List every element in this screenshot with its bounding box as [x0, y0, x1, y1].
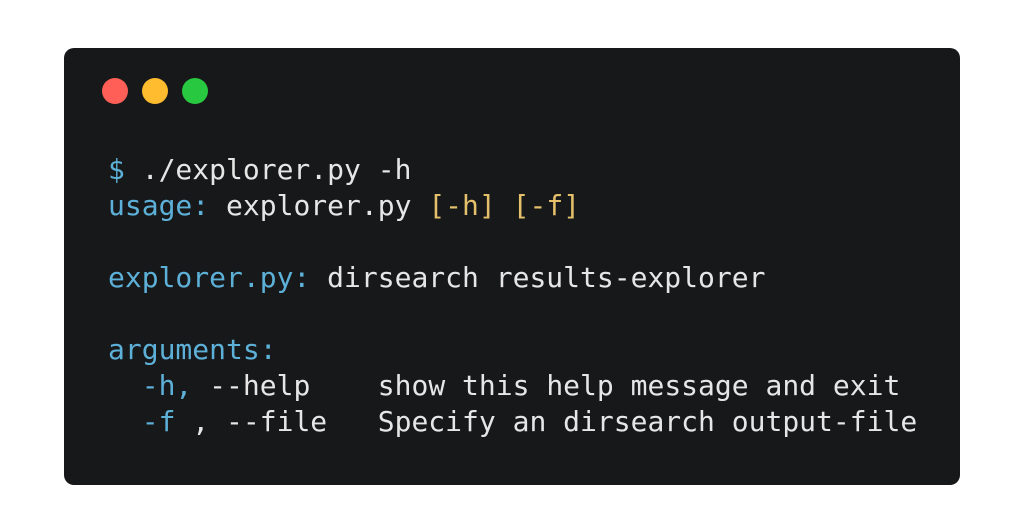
minimize-button[interactable]	[142, 78, 168, 104]
close-button[interactable]	[102, 78, 128, 104]
prompt-symbol: $	[108, 153, 125, 186]
description-program: explorer.py:	[108, 261, 311, 294]
description-line: explorer.py: dirsearch results-explorer	[108, 260, 917, 296]
arguments-heading: arguments:	[108, 332, 917, 368]
usage-label: usage:	[108, 189, 210, 222]
zoom-button[interactable]	[182, 78, 208, 104]
argument-long-flag: , --file	[192, 405, 328, 438]
command-line: $ ./explorer.py -h	[108, 152, 917, 188]
arguments-label: arguments:	[108, 333, 277, 366]
argument-short-flag: -f	[141, 405, 176, 438]
usage-option-h: [-h]	[428, 189, 496, 222]
argument-row: -f , --file Specify an dirsearch output-…	[108, 404, 917, 440]
usage-option-f: [-f]	[512, 189, 581, 222]
usage-program: explorer.py	[226, 189, 412, 222]
argument-row: -h, --help show this help message and ex…	[108, 368, 917, 404]
argument-help-text: show this help message and exit	[377, 369, 901, 402]
argument-short-flag: -h,	[141, 369, 193, 402]
argument-long-flag: --help	[209, 369, 311, 402]
terminal-window: $ ./explorer.py -h usage: explorer.py [-h…	[64, 48, 960, 485]
terminal-output: $ ./explorer.py -h usage: explorer.py [-h…	[108, 152, 917, 440]
command-text: ./explorer.py -h	[141, 153, 412, 186]
argument-help-text: Specify an dirsearch output-file	[377, 405, 918, 438]
usage-line: usage: explorer.py [-h] [-f]	[108, 188, 917, 224]
description-text: dirsearch results-explorer	[327, 261, 766, 294]
window-controls	[102, 78, 208, 104]
